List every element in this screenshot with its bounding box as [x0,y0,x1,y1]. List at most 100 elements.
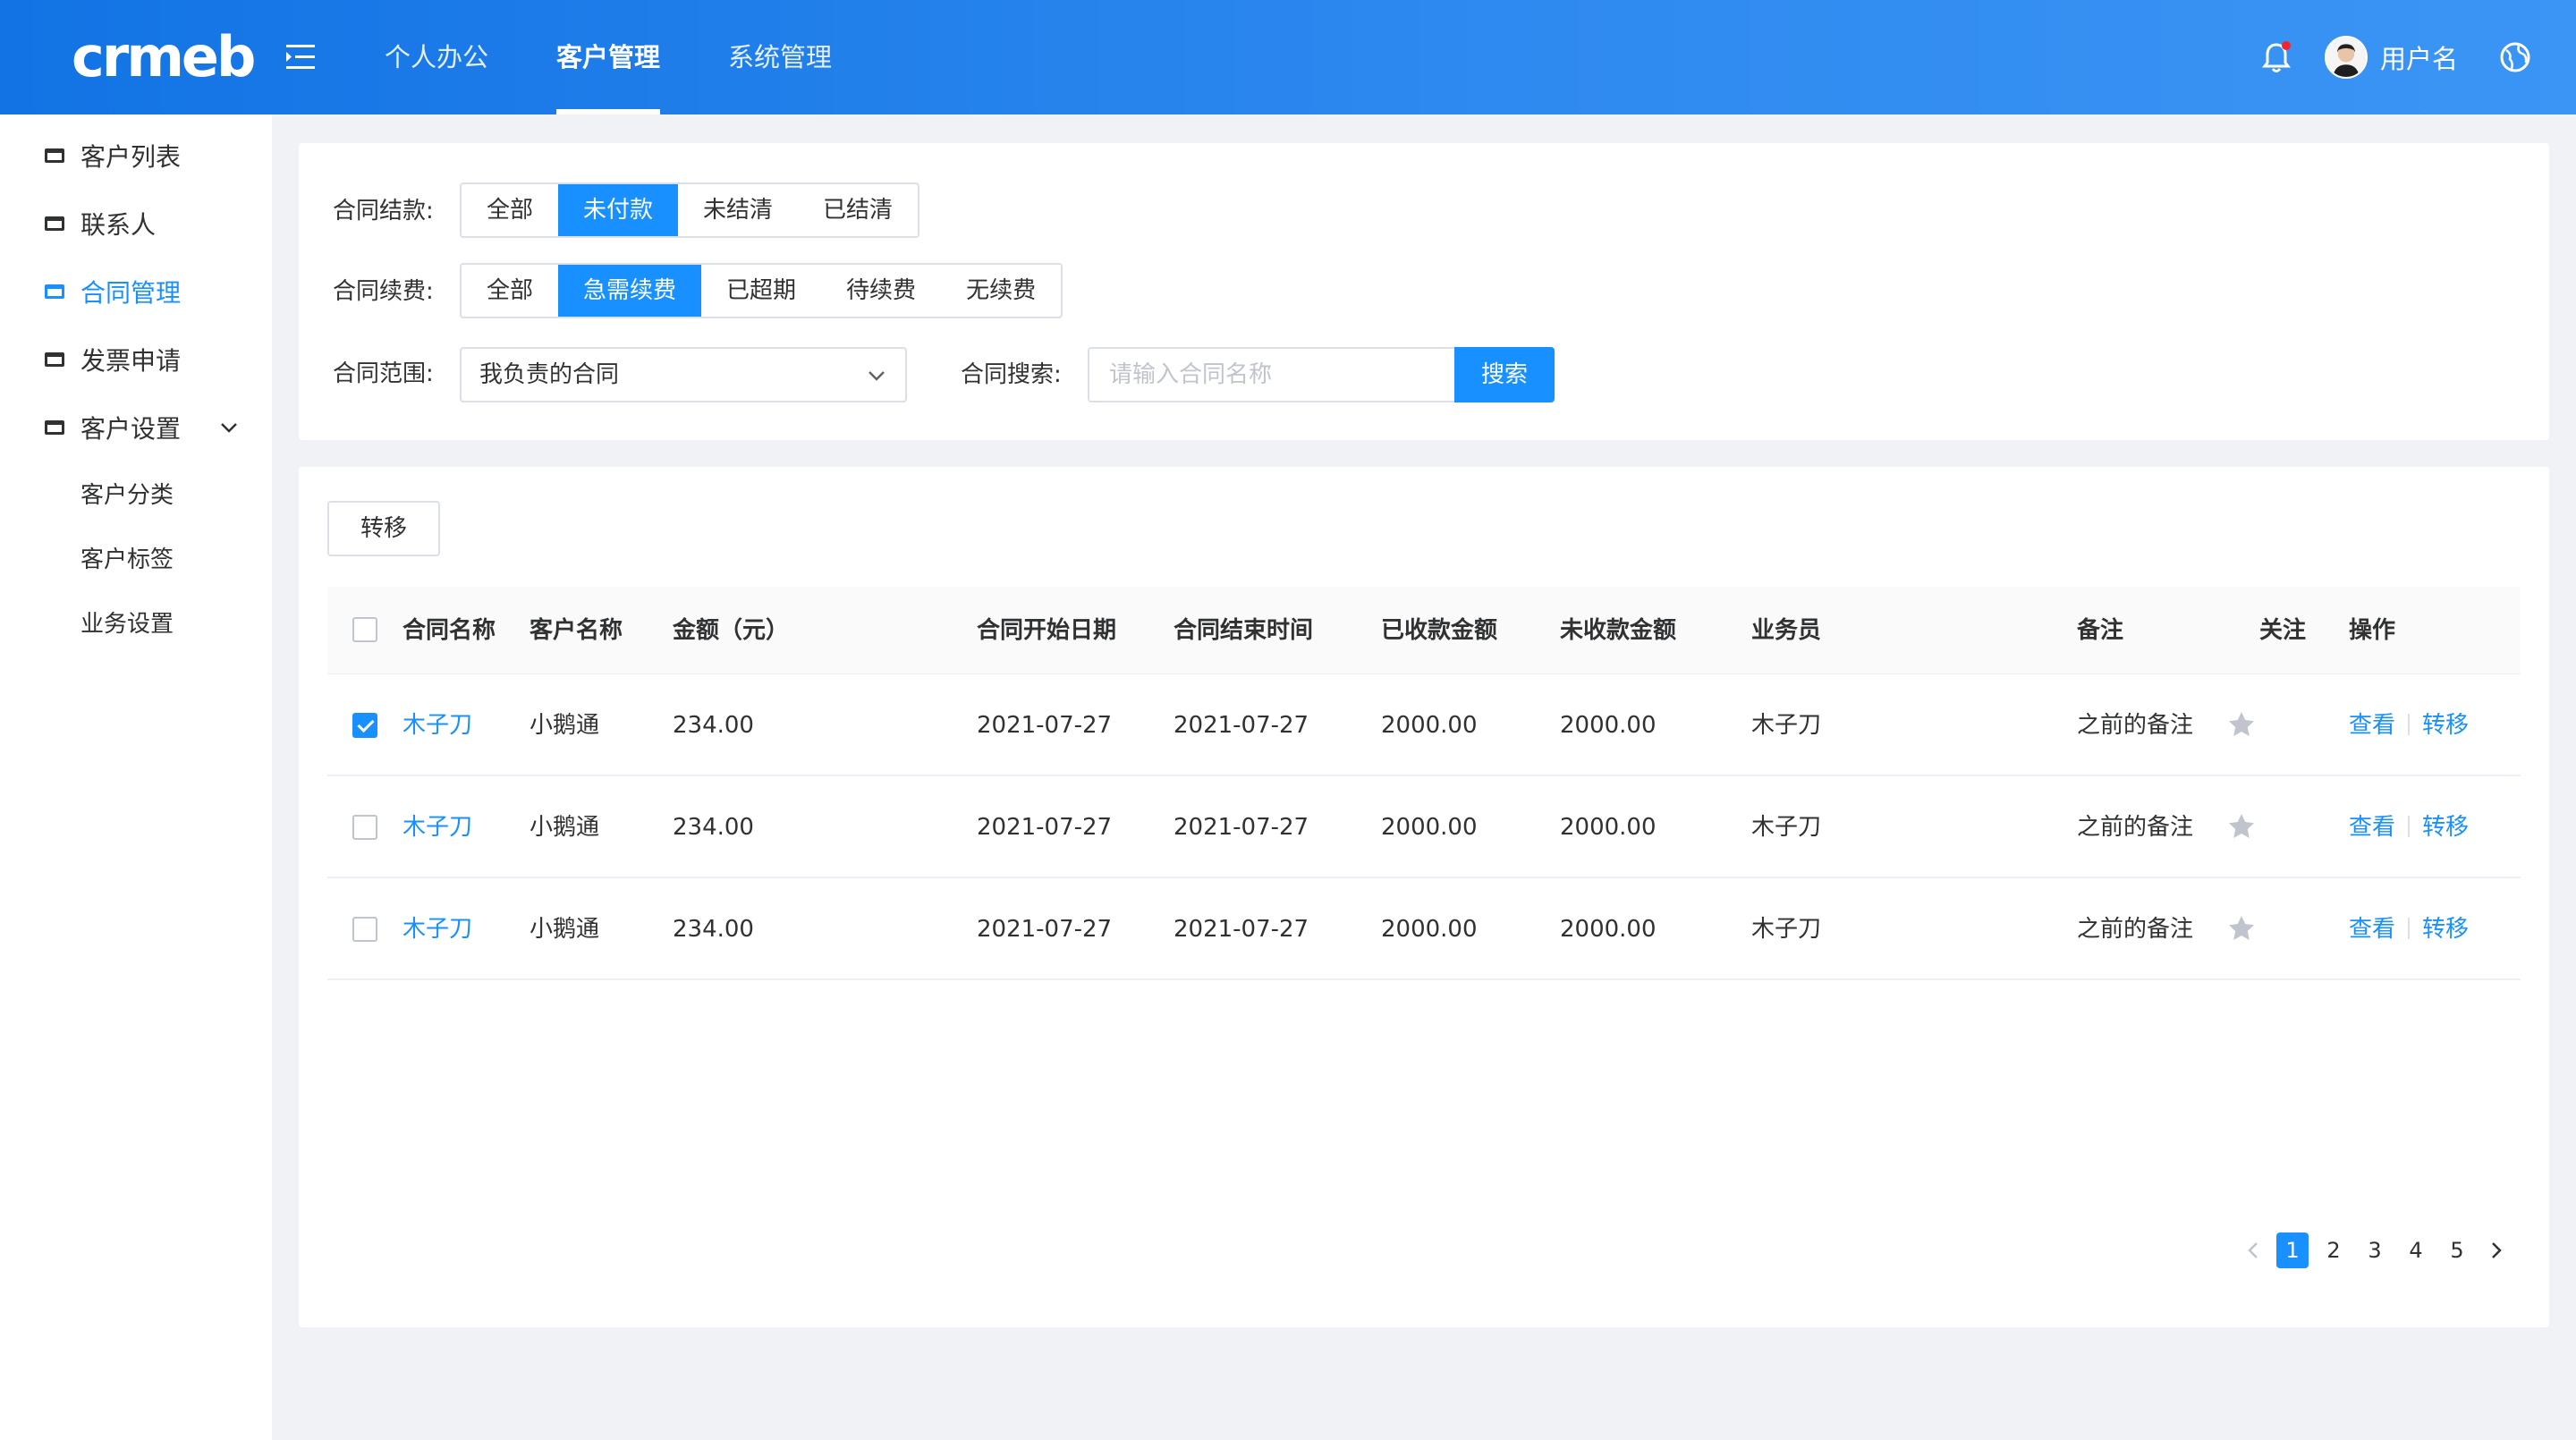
renewal-option-3[interactable]: 待续费 [821,265,942,317]
cell-unreceived: 2000.00 [1560,814,1657,841]
renewal-option-2[interactable]: 已超期 [701,265,822,317]
nav-item-0[interactable]: 个人办公 [385,0,488,114]
sidebar-item-label: 联系人 [80,210,157,240]
view-link[interactable]: 查看 [2349,674,2395,776]
pagination: 12345 [2236,1232,2513,1268]
notification-button[interactable] [2260,39,2292,75]
table-row: 木子刀 小鹅通 234.00 2021-07-27 2021-07-27 2000.00 2… [327,878,2521,980]
cell-received: 2000.00 [1381,916,1478,943]
top-header: crmeb 个人办公 客户管理 系统管理 用户名 [0,0,2576,114]
sidebar-subitem-1[interactable]: 客户标签 [80,542,174,578]
sidebar-item-3[interactable]: 发票申请 [45,340,181,379]
cell-received: 2000.00 [1381,814,1478,841]
sidebar-subitem-2[interactable]: 业务设置 [80,606,174,642]
table-header: 合同名称 客户名称 金额（元） 合同开始日期 合同结束时间 已收款金额 未收款金额 业务员 备注… [327,587,2521,674]
page-5[interactable]: 5 [2436,1232,2478,1268]
cell-start: 2021-07-27 [977,916,1113,943]
avatar[interactable] [2324,36,2368,79]
renewal-filter-group: 全部 急需续费 已超期 待续费 无续费 [460,263,1063,318]
renewal-filter-label: 合同续费: [333,278,434,305]
row-checkbox[interactable] [352,713,377,738]
menu-fold-icon[interactable] [283,41,318,73]
page-2[interactable]: 2 [2313,1232,2354,1268]
renewal-option-1[interactable]: 急需续费 [558,265,702,317]
payment-option-3[interactable]: 已结清 [798,184,919,236]
window-icon [45,284,64,299]
star-icon[interactable] [2227,914,2256,943]
select-all-checkbox[interactable] [352,617,377,642]
column-header-4: 合同结束时间 [1174,617,1314,644]
transfer-link[interactable]: 转移 [2422,674,2469,776]
payment-option-0[interactable]: 全部 [462,184,559,236]
column-header-7: 业务员 [1751,617,1822,644]
next-page-button[interactable] [2478,1232,2513,1268]
window-icon [45,420,64,435]
cell-start: 2021-07-27 [977,814,1113,841]
table-row: 木子刀 小鹅通 234.00 2021-07-27 2021-07-27 2000.00 2… [327,674,2521,776]
cell-amount: 234.00 [673,712,754,739]
page-3[interactable]: 3 [2354,1232,2395,1268]
username[interactable]: 用户名 [2380,38,2458,76]
column-header-10: 操作 [2349,617,2396,644]
row-checkbox[interactable] [352,917,377,942]
sidebar-item-2[interactable]: 合同管理 [45,272,181,311]
column-header-5: 已收款金额 [1381,617,1498,644]
sidebar-item-label: 发票申请 [80,346,182,376]
page-4[interactable]: 4 [2395,1232,2436,1268]
view-link[interactable]: 查看 [2349,776,2395,878]
cell-end: 2021-07-27 [1174,916,1309,943]
chevron-down-icon [869,371,885,381]
star-icon[interactable] [2227,812,2256,841]
payment-option-2[interactable]: 未结清 [678,184,799,236]
sidebar-item-0[interactable]: 客户列表 [45,136,181,175]
sidebar-subitem-0[interactable]: 客户分类 [80,478,174,513]
payment-option-1[interactable]: 未付款 [558,184,679,236]
scope-select[interactable]: 我负责的合同 [460,347,907,402]
search-button[interactable]: 搜索 [1454,347,1555,402]
view-link[interactable]: 查看 [2349,878,2395,980]
chevron-left-icon [2248,1242,2258,1258]
nav-item-1[interactable]: 客户管理 [556,0,661,114]
contract-search-input[interactable] [1088,347,1454,402]
sidebar-item-1[interactable]: 联系人 [45,204,156,243]
page-1[interactable]: 1 [2276,1232,2309,1268]
cell-remark: 之前的备注 [2077,916,2194,943]
op-divider [2408,816,2410,837]
transfer-link[interactable]: 转移 [2422,878,2469,980]
cell-remark: 之前的备注 [2077,712,2194,739]
renewal-option-4[interactable]: 无续费 [941,265,1062,317]
transfer-button[interactable]: 转移 [327,501,440,556]
cell-remark: 之前的备注 [2077,814,2194,841]
logo[interactable]: crmeb [72,25,256,89]
cell-start: 2021-07-27 [977,712,1113,739]
scope-filter-label: 合同范围: [333,360,434,387]
row-checkbox[interactable] [352,815,377,840]
cell-amount: 234.00 [673,916,754,943]
window-icon [45,352,64,367]
column-header-6: 未收款金额 [1560,617,1677,644]
sidebar-item-label: 客户设置 [80,414,182,444]
cell-amount: 234.00 [673,814,754,841]
sidebar-item-4[interactable]: 客户设置 [45,408,181,447]
column-header-8: 备注 [2077,617,2124,644]
prev-page-button[interactable] [2236,1232,2272,1268]
op-divider [2408,918,2410,939]
contract-table-panel: 转移 合同名称 客户名称 金额（元） 合同开始日期 合同结束时间 已收款金额 未收款金额 业务… [299,467,2549,1327]
globe-icon[interactable] [2499,41,2531,73]
cell-salesman: 木子刀 [1751,814,1822,841]
top-nav: 个人办公 客户管理 系统管理 [385,0,900,114]
cell-name[interactable]: 木子刀 [402,776,472,878]
chevron-down-icon[interactable] [218,417,240,438]
chevron-right-icon [2492,1242,2502,1258]
transfer-link[interactable]: 转移 [2422,776,2469,878]
cell-name[interactable]: 木子刀 [402,878,472,980]
star-icon[interactable] [2227,710,2256,739]
nav-item-2[interactable]: 系统管理 [728,0,832,114]
renewal-option-0[interactable]: 全部 [462,265,559,317]
cell-end: 2021-07-27 [1174,814,1309,841]
column-header-1: 客户名称 [530,617,623,644]
sidebar-item-label: 合同管理 [80,278,182,308]
cell-unreceived: 2000.00 [1560,916,1657,943]
column-header-3: 合同开始日期 [977,617,1117,644]
cell-name[interactable]: 木子刀 [402,674,472,776]
